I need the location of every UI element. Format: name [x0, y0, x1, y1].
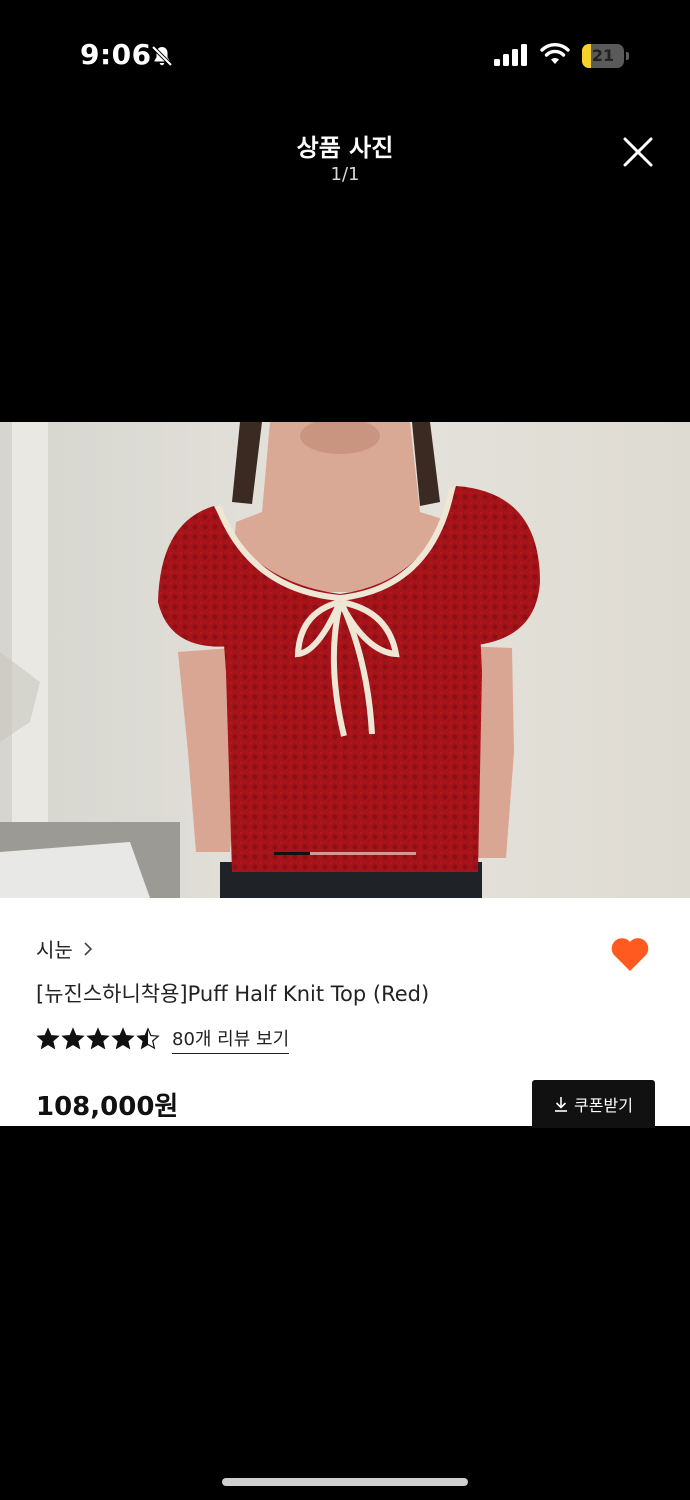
photo-counter: 1/1	[330, 164, 360, 185]
page-title: 상품 사진	[296, 134, 394, 162]
close-icon	[623, 137, 653, 167]
product-info-card: 시눈 [뉴진스하니착용]Puff Half Knit Top (Red) 80개…	[0, 898, 690, 1128]
like-button[interactable]	[608, 932, 652, 976]
rating-stars	[36, 1027, 160, 1051]
brand-link[interactable]: 시눈	[36, 934, 93, 963]
battery-level: 21	[591, 46, 615, 65]
star-icon	[36, 1027, 60, 1050]
product-price: 108,000원	[36, 1092, 179, 1122]
status-bar: 9:06 21	[0, 0, 690, 110]
wifi-icon	[540, 43, 570, 64]
product-name: [뉴진스하니착용]Puff Half Knit Top (Red)	[36, 982, 430, 1006]
download-icon	[555, 1097, 568, 1112]
photo-scrollbar-thumb[interactable]	[274, 852, 310, 855]
rating-row: 80개 리뷰 보기	[36, 1024, 290, 1054]
star-icon	[111, 1027, 135, 1050]
home-indicator[interactable]	[222, 1478, 468, 1486]
chevron-right-icon	[84, 941, 92, 956]
bell-off-icon	[151, 45, 173, 67]
heart-icon	[611, 938, 649, 971]
brand-name: 시눈	[36, 938, 73, 962]
review-link[interactable]: 80개 리뷰 보기	[172, 1025, 290, 1054]
coupon-button[interactable]: 쿠폰받기	[532, 1080, 655, 1128]
star-icon	[86, 1027, 110, 1050]
star-icon	[136, 1027, 160, 1050]
star-icon	[61, 1027, 85, 1050]
product-photo[interactable]	[0, 422, 690, 898]
status-time: 9:06	[80, 38, 152, 71]
coupon-label: 쿠폰받기	[574, 1096, 633, 1115]
photo-scrollbar[interactable]	[274, 852, 416, 855]
battery-icon: 21	[582, 44, 630, 68]
close-button[interactable]	[612, 126, 664, 178]
signal-icon	[494, 44, 527, 66]
viewer-header: 상품 사진 1/1	[0, 120, 690, 200]
